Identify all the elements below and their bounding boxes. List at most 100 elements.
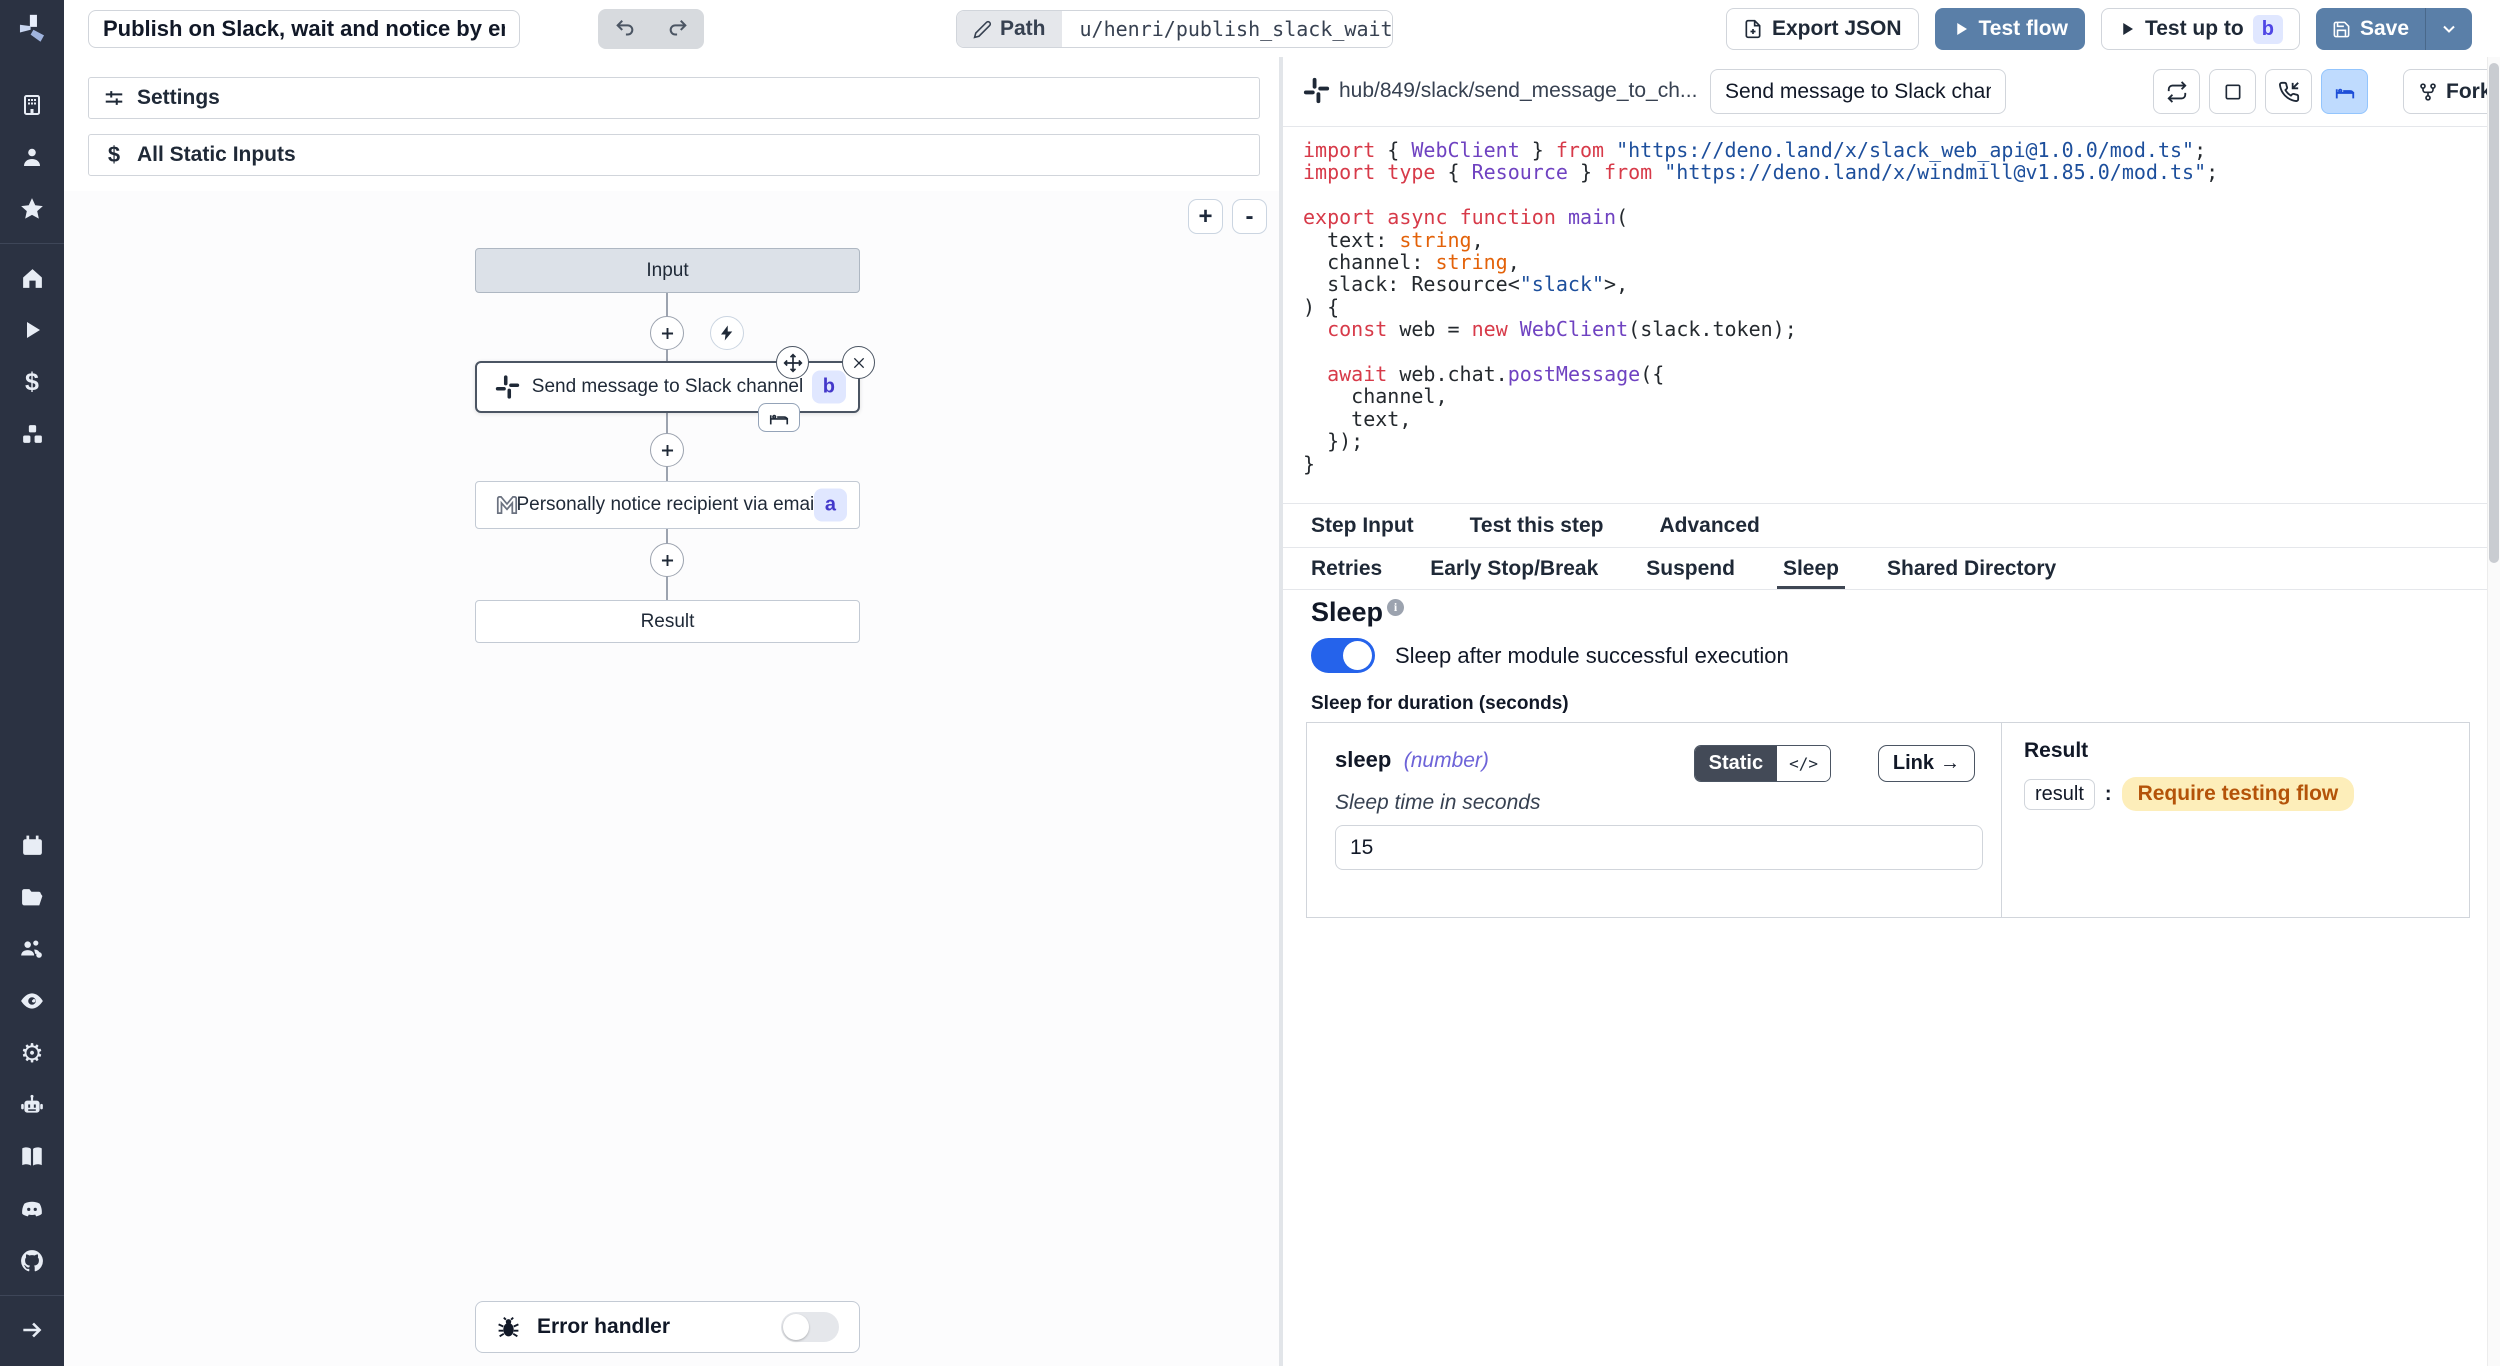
schedules-calendar-icon[interactable] [0,819,64,871]
tab-test-this-step[interactable]: Test this step [1470,504,1604,547]
redo-button[interactable] [651,9,704,49]
undo-button[interactable] [598,9,651,49]
tab-suspend[interactable]: Suspend [1646,548,1735,589]
zoom-out-button[interactable]: - [1232,199,1267,234]
windmill-logo-icon[interactable] [15,12,49,51]
dollar-icon: $ [103,142,125,168]
flow-settings-bar[interactable]: Settings [88,77,1260,119]
discord-icon[interactable] [0,1183,64,1235]
path-pill[interactable]: Path u/henri/publish_slack_wait_mail [956,10,1393,48]
link-button[interactable]: Link → [1878,745,1975,782]
play-icon [2118,20,2136,38]
fork-button[interactable]: Fork [2403,69,2500,114]
test-flow-button[interactable]: Test flow [1935,8,2085,50]
hub-script-path[interactable]: hub/849/slack/send_message_to_ch... [1339,79,1697,103]
retries-icon-button[interactable] [2153,69,2200,114]
favorites-star-icon[interactable] [0,183,64,235]
scrollbar-thumb[interactable] [2489,63,2499,563]
step-detail-panel: hub/849/slack/send_message_to_ch... Fork… [1283,57,2488,1366]
suspend-icon-button[interactable] [2265,69,2312,114]
input-node-label: Input [646,260,688,282]
sleep-indicator-chip[interactable] [758,403,800,432]
result-colon: : [2105,783,2112,806]
all-static-inputs-bar[interactable]: $ All Static Inputs [88,134,1260,176]
move-node-button[interactable] [776,346,809,379]
tab-sleep[interactable]: Sleep [1783,548,1839,589]
add-step-button-1[interactable] [650,316,684,350]
result-node-label: Result [641,611,695,633]
plus-icon [658,324,677,343]
path-value[interactable]: u/henri/publish_slack_wait_mail [1062,11,1392,47]
settings-gear-icon[interactable]: ⚙ [0,1027,64,1079]
test-up-to-button[interactable]: Test up to b [2101,8,2300,50]
slack-icon [1303,77,1330,109]
tab-early-stop-break[interactable]: Early Stop/Break [1430,548,1598,589]
result-row: result : Require testing flow [2024,777,2447,811]
code-editor[interactable]: import { WebClient } from "https://deno.… [1303,139,2463,475]
error-handler-toggle[interactable] [781,1312,839,1342]
early-stop-icon-button[interactable] [2209,69,2256,114]
tab-step-input[interactable]: Step Input [1311,504,1414,547]
tab-shared-directory[interactable]: Shared Directory [1887,548,2056,589]
save-dropdown-button[interactable] [2426,8,2472,50]
error-handler-node[interactable]: Error handler [475,1301,860,1353]
plus-icon [658,551,677,570]
runs-play-icon[interactable] [0,304,64,356]
primary-tabs: Step Input Test this step Advanced [1283,503,2488,548]
bed-icon [2334,81,2356,103]
chevron-down-icon [2439,19,2459,39]
sleep-enabled-toggle[interactable] [1311,638,1375,673]
left-sidebar: $ ⚙ [0,0,64,1366]
home-icon[interactable] [0,252,64,304]
docs-book-icon[interactable] [0,1131,64,1183]
sidebar-divider-bottom [0,1295,64,1296]
resources-blocks-icon[interactable] [0,408,64,460]
sleep-seconds-input[interactable] [1335,825,1983,870]
add-step-button-2[interactable] [650,433,684,467]
flow-node-email[interactable]: Personally notice recipient via email a [475,481,860,529]
static-mode-button[interactable]: Static [1695,746,1777,781]
repeat-icon [2166,81,2188,103]
expand-sidebar-arrow-icon[interactable] [0,1304,64,1356]
flow-title-input[interactable] [88,10,520,48]
variables-dollar-icon[interactable]: $ [0,356,64,408]
folders-icon[interactable] [0,871,64,923]
audit-eye-icon[interactable] [0,975,64,1027]
lightning-icon [718,324,736,342]
static-inputs-label: All Static Inputs [137,143,296,167]
plus-icon [658,441,677,460]
user-icon[interactable] [0,131,64,183]
export-json-button[interactable]: Export JSON [1726,8,1919,50]
save-button[interactable]: Save [2316,8,2426,50]
sleep-field-type: (number) [1404,749,1489,772]
tab-advanced[interactable]: Advanced [1659,504,1759,547]
info-icon[interactable]: i [1387,599,1404,616]
delete-node-button[interactable] [842,346,875,379]
flow-canvas[interactable]: + - Input Send message to Slack channel [64,191,1279,1366]
flow-node-input[interactable]: Input [475,248,860,293]
toggle-knob [1343,641,1372,670]
add-step-button-3[interactable] [650,543,684,577]
email-node-label: Personally notice recipient via email [516,494,818,516]
sleep-icon-button[interactable] [2321,69,2368,114]
error-handler-label: Error handler [537,1315,765,1339]
toggle-knob [783,1314,809,1340]
workspace-icon[interactable] [0,79,64,131]
workers-robot-icon[interactable] [0,1079,64,1131]
step-summary-input[interactable] [1710,69,2006,114]
topbar: Path u/henri/publish_slack_wait_mail Exp… [64,0,2500,57]
groups-users-icon[interactable] [0,923,64,975]
flow-node-result[interactable]: Result [475,600,860,643]
sleep-duration-label: Sleep for duration (seconds) [1311,693,1569,715]
step-header: hub/849/slack/send_message_to_ch... Fork [1283,57,2488,127]
advanced-sub-tabs: Retries Early Stop/Break Suspend Sleep S… [1283,548,2488,590]
result-key-pill[interactable]: result [2024,779,2095,810]
zoom-in-button[interactable]: + [1188,199,1223,234]
bug-icon [496,1315,521,1340]
trigger-bolt-button[interactable] [710,316,744,350]
right-scrollbar-track[interactable] [2487,57,2500,1366]
gmail-icon [494,492,520,518]
code-mode-button[interactable]: </> [1777,746,1830,781]
github-icon[interactable] [0,1235,64,1287]
tab-retries[interactable]: Retries [1311,548,1382,589]
